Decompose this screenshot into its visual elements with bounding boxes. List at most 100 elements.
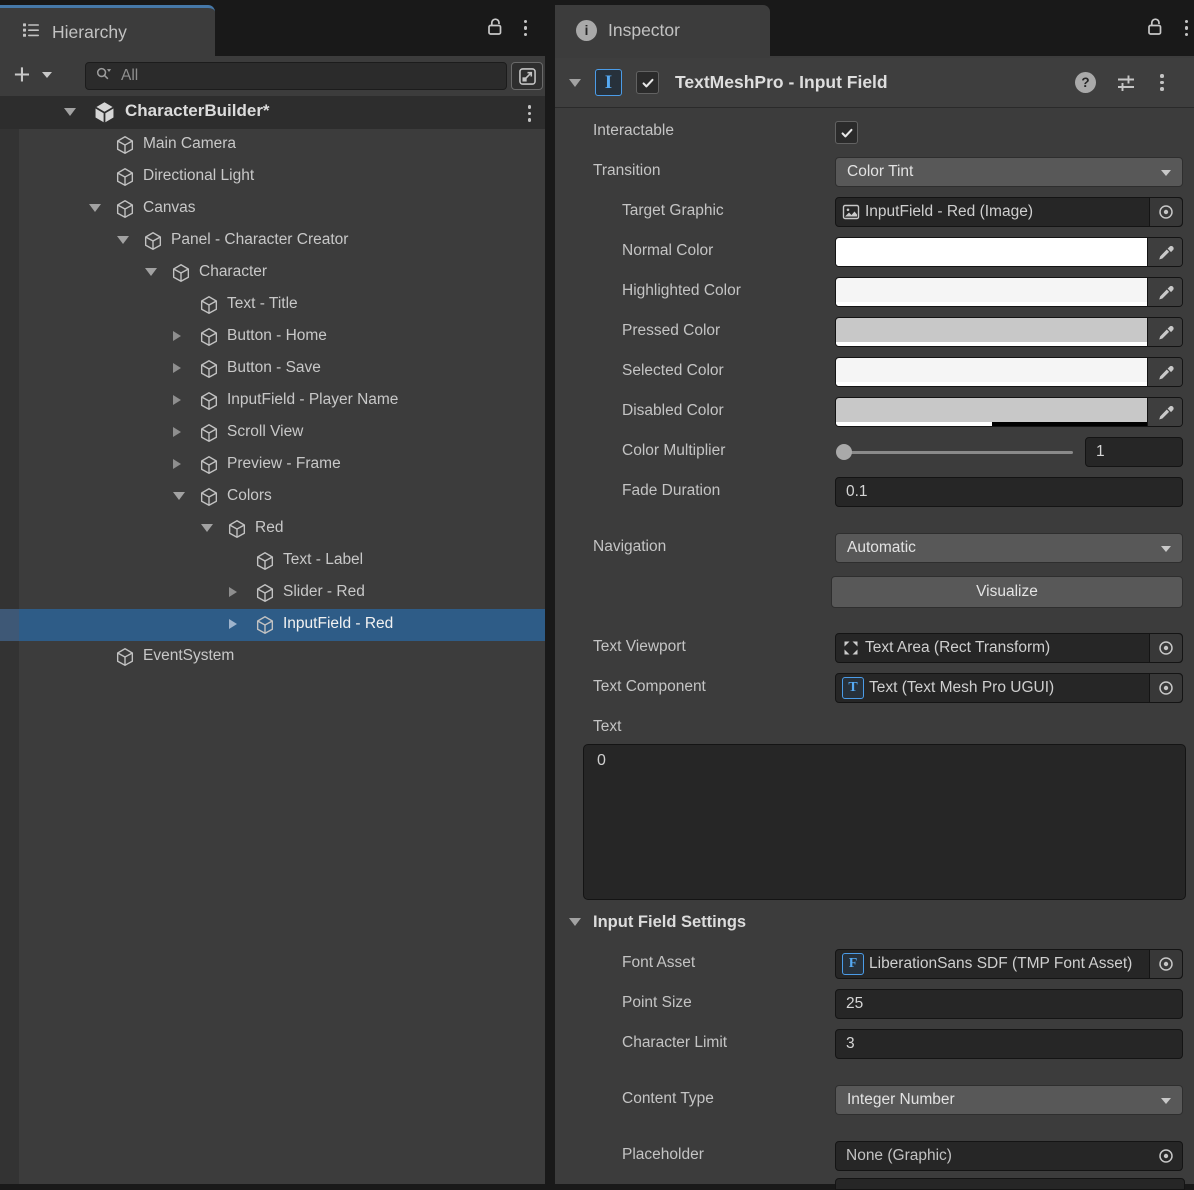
pressed-color-field[interactable] bbox=[835, 317, 1183, 347]
fade-duration-field[interactable]: 0.1 bbox=[835, 477, 1183, 507]
highlighted-color-field[interactable] bbox=[835, 277, 1183, 307]
eyedropper-icon[interactable] bbox=[1147, 278, 1182, 306]
color-swatch[interactable] bbox=[836, 278, 1148, 306]
foldout-expanded-icon[interactable] bbox=[89, 204, 101, 212]
tree-row[interactable]: Text - Title bbox=[0, 289, 545, 321]
tree-item-label: Canvas bbox=[143, 199, 196, 217]
foldout-collapsed-icon[interactable] bbox=[229, 587, 237, 597]
foldout-collapsed-icon[interactable] bbox=[173, 331, 181, 341]
tree-row[interactable]: Button - Save bbox=[0, 353, 545, 385]
object-field-value: Text Area (Rect Transform) bbox=[865, 639, 1150, 657]
object-field-value: InputField - Red (Image) bbox=[865, 203, 1150, 221]
foldout-expanded-icon[interactable] bbox=[64, 108, 76, 116]
add-gameobject-button[interactable]: + bbox=[9, 59, 35, 91]
unlock-icon[interactable] bbox=[484, 15, 506, 42]
field-label: Text Component bbox=[593, 678, 706, 696]
foldout-collapsed-icon[interactable] bbox=[173, 427, 181, 437]
tab-hierarchy[interactable]: Hierarchy bbox=[0, 5, 215, 56]
tree-row[interactable]: InputField - Red bbox=[0, 609, 545, 641]
foldout-expanded-icon[interactable] bbox=[117, 236, 129, 244]
point-size-field[interactable]: 25 bbox=[835, 989, 1183, 1019]
character-limit-field[interactable]: 3 bbox=[835, 1029, 1183, 1059]
tree-row[interactable]: Red bbox=[0, 513, 545, 545]
color-swatch[interactable] bbox=[836, 398, 1148, 426]
tree-row[interactable]: Canvas bbox=[0, 193, 545, 225]
color-multiplier-slider-track[interactable] bbox=[843, 451, 1073, 454]
field-label: Character Limit bbox=[622, 1034, 727, 1052]
foldout-expanded-icon[interactable] bbox=[173, 492, 185, 500]
object-picker-icon[interactable] bbox=[1149, 674, 1182, 702]
disabled-color-field[interactable] bbox=[835, 397, 1183, 427]
foldout-collapsed-icon[interactable] bbox=[173, 363, 181, 373]
component-enabled-checkbox[interactable] bbox=[636, 71, 659, 94]
tree-item-label: Directional Light bbox=[143, 167, 254, 185]
scene-more-icon[interactable] bbox=[524, 101, 536, 126]
eyedropper-icon[interactable] bbox=[1147, 398, 1182, 426]
help-icon[interactable]: ? bbox=[1075, 72, 1096, 93]
tree-row[interactable]: Preview - Frame bbox=[0, 449, 545, 481]
content-type-dropdown[interactable]: Integer Number bbox=[835, 1085, 1183, 1115]
object-picker-icon[interactable] bbox=[1149, 198, 1182, 226]
tree-row[interactable]: Main Camera bbox=[0, 129, 545, 161]
alpha-bar bbox=[836, 302, 1148, 306]
hierarchy-search-box[interactable] bbox=[85, 62, 507, 90]
alpha-bar bbox=[836, 382, 1148, 386]
tree-row[interactable]: Scroll View bbox=[0, 417, 545, 449]
unlock-icon[interactable] bbox=[1144, 15, 1166, 42]
search-input[interactable] bbox=[119, 66, 498, 86]
font-asset-object-field[interactable]: F LiberationSans SDF (TMP Font Asset) bbox=[835, 949, 1183, 979]
add-dropdown-caret-icon[interactable] bbox=[42, 72, 52, 78]
scene-header-row[interactable]: CharacterBuilder* bbox=[0, 96, 545, 129]
tree-row[interactable]: EventSystem bbox=[0, 641, 545, 673]
tree-row[interactable]: Slider - Red bbox=[0, 577, 545, 609]
field-value: 1 bbox=[1096, 443, 1105, 461]
tree-row[interactable]: Button - Home bbox=[0, 321, 545, 353]
gameobject-cube-icon bbox=[254, 614, 276, 636]
text-value-area[interactable]: 0 bbox=[583, 744, 1186, 900]
object-picker-icon[interactable] bbox=[1149, 634, 1182, 662]
eyedropper-icon[interactable] bbox=[1147, 238, 1182, 266]
tree-row[interactable]: Panel - Character Creator bbox=[0, 225, 545, 257]
maximize-icon[interactable] bbox=[511, 62, 543, 90]
tree-row[interactable]: InputField - Player Name bbox=[0, 385, 545, 417]
foldout-expanded-icon[interactable] bbox=[201, 524, 213, 532]
tree-row[interactable]: Text - Label bbox=[0, 545, 545, 577]
tree-row[interactable]: Character bbox=[0, 257, 545, 289]
placeholder-object-field[interactable]: None (Graphic) bbox=[835, 1141, 1183, 1171]
object-picker-icon[interactable] bbox=[1150, 1142, 1182, 1170]
more-icon[interactable] bbox=[1181, 16, 1193, 41]
text-component-object-field[interactable]: T Text (Text Mesh Pro UGUI) bbox=[835, 673, 1183, 703]
row-transition: Transition Color Tint bbox=[555, 152, 1194, 192]
eyedropper-icon[interactable] bbox=[1147, 318, 1182, 346]
normal-color-field[interactable] bbox=[835, 237, 1183, 267]
presets-icon[interactable] bbox=[1115, 72, 1137, 94]
color-multiplier-slider-handle[interactable] bbox=[836, 444, 852, 460]
color-swatch[interactable] bbox=[836, 318, 1148, 346]
text-viewport-object-field[interactable]: Text Area (Rect Transform) bbox=[835, 633, 1183, 663]
target-graphic-object-field[interactable]: InputField - Red (Image) bbox=[835, 197, 1183, 227]
row-placeholder: Placeholder None (Graphic) bbox=[555, 1136, 1194, 1176]
navigation-dropdown[interactable]: Automatic bbox=[835, 533, 1183, 563]
more-icon[interactable] bbox=[520, 16, 532, 41]
inspector-window-icons bbox=[1144, 0, 1193, 56]
foldout-collapsed-icon[interactable] bbox=[229, 619, 237, 629]
transition-dropdown[interactable]: Color Tint bbox=[835, 157, 1183, 187]
object-picker-icon[interactable] bbox=[1149, 950, 1182, 978]
color-swatch[interactable] bbox=[836, 238, 1148, 266]
foldout-collapsed-icon[interactable] bbox=[173, 395, 181, 405]
hierarchy-toolbar: + bbox=[0, 56, 545, 96]
component-foldout-icon[interactable] bbox=[569, 79, 581, 87]
visualize-button[interactable]: Visualize bbox=[831, 576, 1183, 608]
eyedropper-icon[interactable] bbox=[1147, 358, 1182, 386]
color-swatch[interactable] bbox=[836, 358, 1148, 386]
tree-row[interactable]: Directional Light bbox=[0, 161, 545, 193]
tab-inspector[interactable]: i Inspector bbox=[555, 5, 770, 56]
component-more-icon[interactable] bbox=[1156, 70, 1168, 95]
interactable-checkbox[interactable] bbox=[835, 121, 858, 144]
foldout-collapsed-icon[interactable] bbox=[173, 459, 181, 469]
selected-color-field[interactable] bbox=[835, 357, 1183, 387]
color-multiplier-value-field[interactable]: 1 bbox=[1085, 437, 1183, 467]
input-field-settings-header[interactable]: Input Field Settings bbox=[555, 908, 1194, 940]
foldout-expanded-icon[interactable] bbox=[145, 268, 157, 276]
tree-row[interactable]: Colors bbox=[0, 481, 545, 513]
